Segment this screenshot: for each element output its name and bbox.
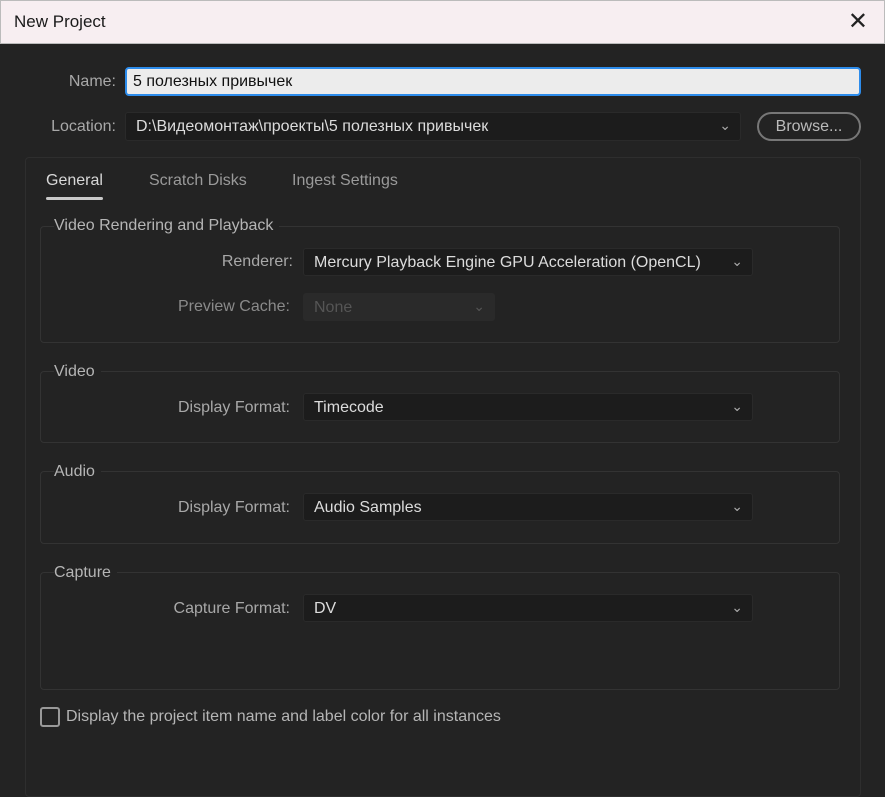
renderer-dropdown[interactable]: Mercury Playback Engine GPU Acceleration… <box>303 248 753 276</box>
audio-display-format-label: Display Format: <box>177 499 290 516</box>
location-value: D:\Видеомонтаж\проекты\5 полезных привыч… <box>136 118 489 135</box>
video-rendering-group <box>40 226 840 343</box>
checkbox-label: Display the project item name and label … <box>66 708 501 725</box>
chevron-down-icon: ⌄ <box>731 253 743 269</box>
video-display-format-value: Timecode <box>314 399 384 416</box>
title-bar: New Project ✕ <box>0 0 885 44</box>
display-label-color-checkbox[interactable] <box>40 707 60 727</box>
capture-title: Capture <box>54 564 117 582</box>
chevron-down-icon: ⌄ <box>731 398 743 414</box>
video-display-format-dropdown[interactable]: Timecode ⌄ <box>303 393 753 421</box>
tab-general[interactable]: General <box>46 172 103 200</box>
location-label: Location: <box>51 118 116 135</box>
audio-title: Audio <box>54 463 101 481</box>
chevron-down-icon: ⌄ <box>719 117 731 133</box>
renderer-label: Renderer: <box>221 253 293 270</box>
preview-cache-dropdown: None ⌄ <box>303 293 495 321</box>
close-icon[interactable]: ✕ <box>848 7 868 36</box>
window-title: New Project <box>14 12 106 31</box>
name-label: Name: <box>68 73 116 90</box>
chevron-down-icon: ⌄ <box>731 599 743 615</box>
renderer-value: Mercury Playback Engine GPU Acceleration… <box>314 254 701 271</box>
capture-group <box>40 572 840 690</box>
video-display-format-label: Display Format: <box>177 399 290 416</box>
browse-button[interactable]: Browse... <box>757 112 861 141</box>
capture-format-label: Capture Format: <box>173 600 290 617</box>
video-title: Video <box>54 363 101 381</box>
tab-ingest-settings[interactable]: Ingest Settings <box>292 172 398 190</box>
audio-display-format-dropdown[interactable]: Audio Samples ⌄ <box>303 493 753 521</box>
preview-cache-label: Preview Cache: <box>177 298 290 315</box>
chevron-down-icon: ⌄ <box>473 298 485 314</box>
location-dropdown[interactable]: D:\Видеомонтаж\проекты\5 полезных привыч… <box>125 112 741 141</box>
capture-format-dropdown[interactable]: DV ⌄ <box>303 594 753 622</box>
video-rendering-title: Video Rendering and Playback <box>54 217 280 235</box>
capture-format-value: DV <box>314 600 337 617</box>
name-input[interactable] <box>125 67 861 96</box>
chevron-down-icon: ⌄ <box>731 498 743 514</box>
audio-display-format-value: Audio Samples <box>314 499 422 516</box>
preview-cache-value: None <box>314 299 353 316</box>
tab-scratch-disks[interactable]: Scratch Disks <box>149 172 247 190</box>
